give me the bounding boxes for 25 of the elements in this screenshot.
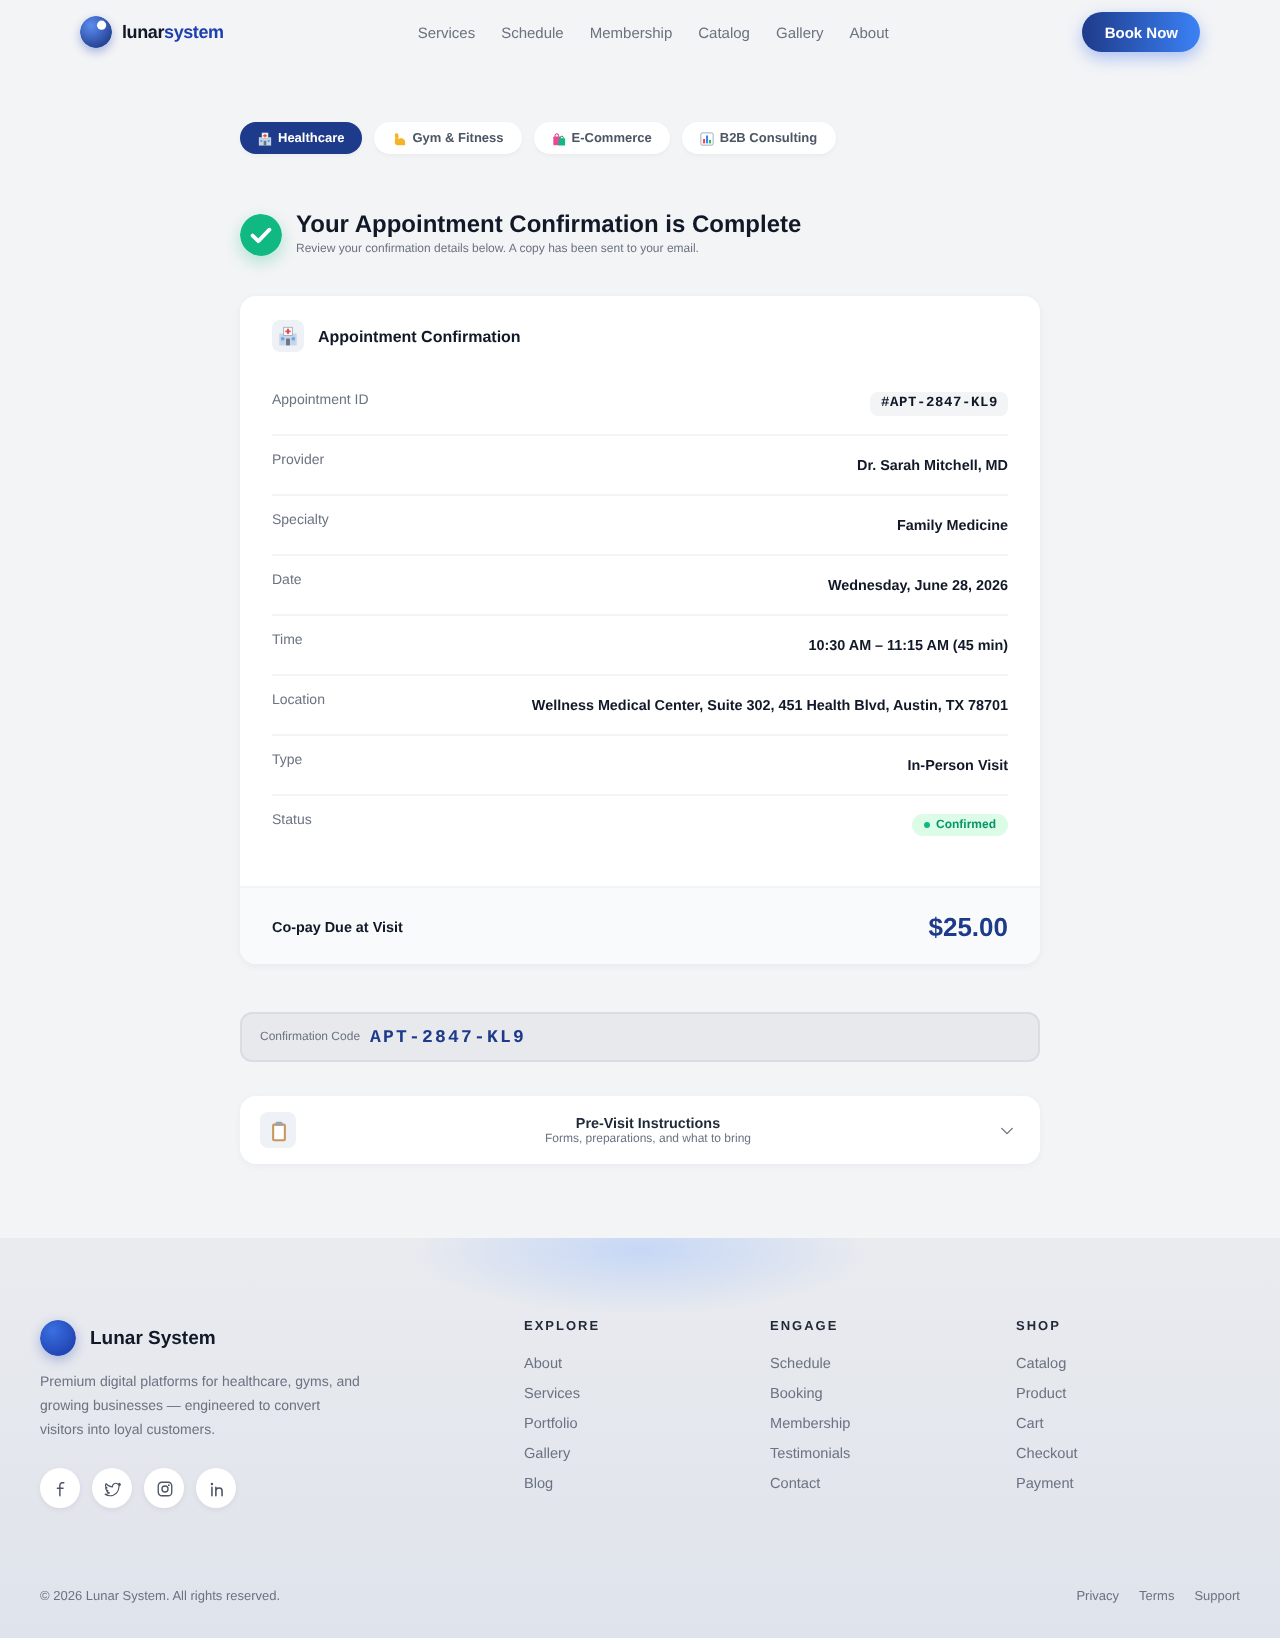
copay-amount: $25.00 <box>928 911 1008 941</box>
logo-icon <box>80 16 112 48</box>
instagram-icon <box>155 1479 173 1497</box>
shopping-bags-icon <box>551 131 566 145</box>
hospital-icon <box>272 320 304 352</box>
logo-icon <box>40 1320 76 1356</box>
bar-chart-icon <box>699 131 714 145</box>
linkedin-link[interactable] <box>196 1468 236 1508</box>
twitter-bird-icon <box>103 1479 121 1497</box>
twitter-link[interactable] <box>92 1468 132 1508</box>
facebook-link[interactable] <box>40 1468 80 1508</box>
flexed-arm-icon <box>392 131 407 145</box>
footer-brand-name: Lunar System <box>90 1327 216 1349</box>
hospital-icon <box>258 131 272 145</box>
brand-name[interactable]: lunarsystem <box>122 22 224 42</box>
card-title: Appointment Confirmation <box>318 327 521 345</box>
chevron-icon <box>1000 1125 1014 1135</box>
page-title: Your Appointment Confirmation is Complete <box>296 210 802 238</box>
clipboard-icon <box>260 1112 296 1148</box>
status-dot-icon <box>924 822 930 828</box>
linkedin-icon <box>207 1479 225 1497</box>
confirmation-code: APT-2847-KL9 <box>370 1027 527 1047</box>
instagram-link[interactable] <box>144 1468 184 1508</box>
facebook-icon <box>51 1479 69 1497</box>
check-icon <box>240 213 282 255</box>
